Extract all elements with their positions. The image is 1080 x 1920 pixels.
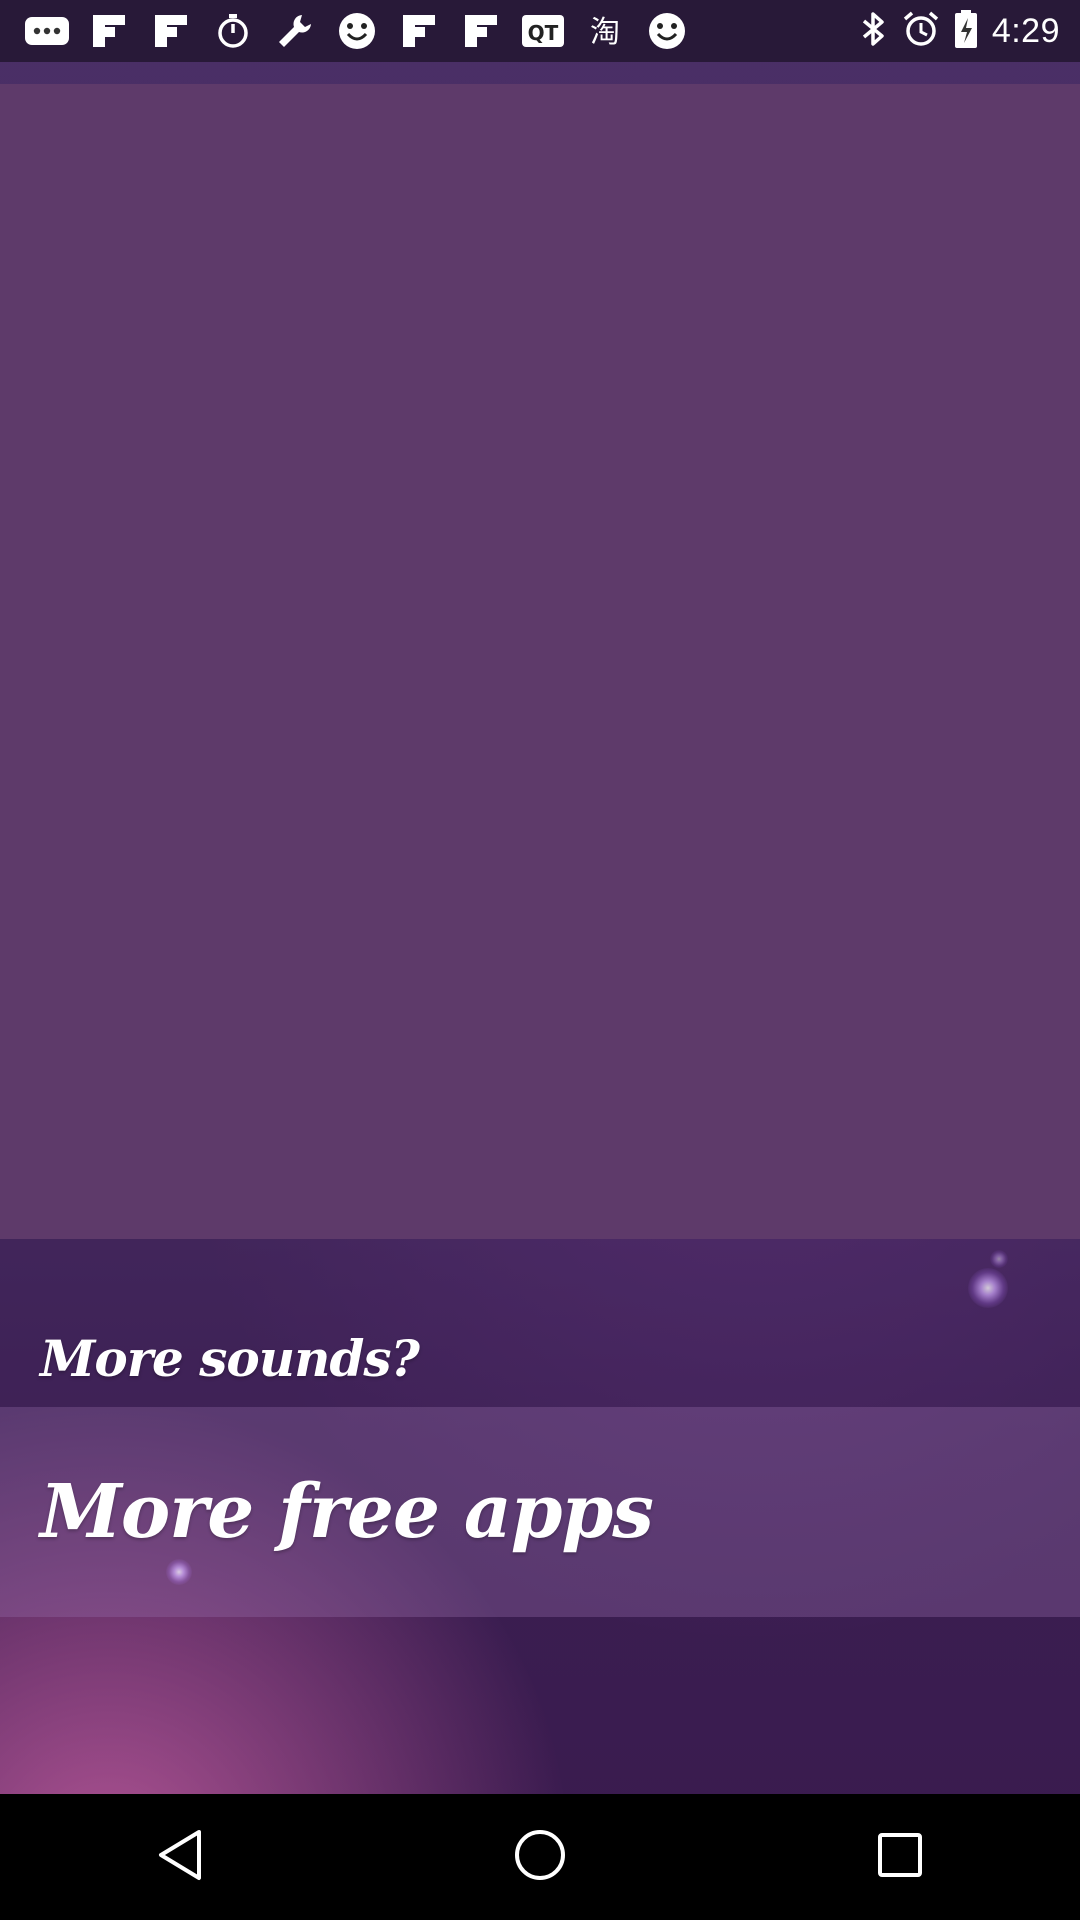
- wrench-icon: [270, 8, 320, 54]
- more-sounds-button[interactable]: More sounds?: [0, 1239, 1080, 1407]
- home-icon: [513, 1828, 567, 1886]
- recents-button[interactable]: [840, 1807, 960, 1907]
- smiley-icon: [642, 8, 692, 54]
- svg-text:淘: 淘: [590, 15, 620, 50]
- screen: QT 淘 4:29 More sounds? More free apps: [0, 0, 1080, 1920]
- svg-text:QT: QT: [528, 21, 559, 45]
- system-icons: 4:29: [860, 8, 1060, 54]
- qt-icon: QT: [518, 8, 568, 54]
- recents-icon: [876, 1831, 924, 1883]
- flipboard-icon: [456, 8, 506, 54]
- battery-charging-icon: [954, 9, 978, 53]
- home-button[interactable]: [480, 1807, 600, 1907]
- more-sounds-label: More sounds?: [40, 1328, 420, 1388]
- notification-icons: QT 淘: [22, 8, 692, 54]
- smiley-icon: [332, 8, 382, 54]
- navigation-bar: [0, 1794, 1080, 1920]
- alarm-icon: [902, 10, 940, 52]
- status-bar: QT 淘 4:29: [0, 0, 1080, 62]
- flipboard-icon: [146, 8, 196, 54]
- status-time: 4:29: [991, 11, 1060, 50]
- flipboard-icon: [394, 8, 444, 54]
- bluetooth-icon: [860, 10, 888, 52]
- more-free-apps-label: More free apps: [40, 1469, 654, 1555]
- more-dots-icon: [22, 8, 72, 54]
- more-free-apps-button[interactable]: More free apps: [0, 1407, 1080, 1617]
- back-button[interactable]: [120, 1807, 240, 1907]
- content-panel: [0, 84, 1080, 1239]
- chinese-char-icon: 淘: [580, 8, 630, 54]
- timer-icon: [208, 8, 258, 54]
- flipboard-icon: [84, 8, 134, 54]
- back-icon: [155, 1827, 205, 1887]
